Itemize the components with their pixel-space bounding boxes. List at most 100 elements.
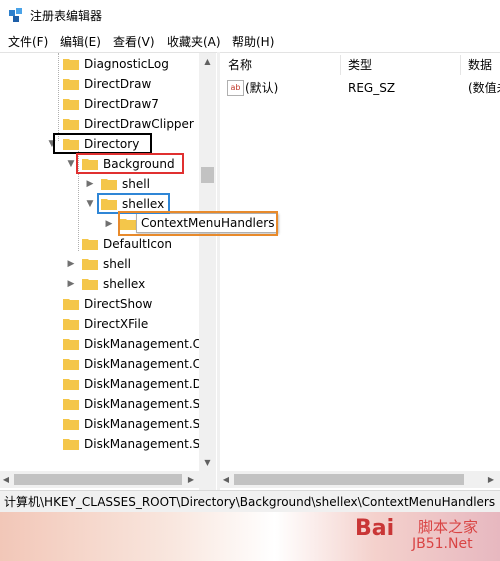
tree-item[interactable]: DiskManagement.C — [0, 334, 202, 354]
folder-icon — [82, 279, 98, 290]
chevron-right-icon[interactable]: ▶ — [66, 274, 76, 294]
tree-item-label: DiskManagement.C — [84, 357, 202, 371]
values-horizontal-scrollbar[interactable]: ◀ ▶ — [220, 471, 500, 488]
tree-item[interactable]: ▼ Background — [0, 154, 199, 174]
tree-item[interactable]: DirectXFile — [0, 314, 199, 334]
tree-item[interactable]: ▶ shell — [0, 254, 199, 274]
tree-item-label: DefaultIcon — [103, 237, 172, 251]
menu-file[interactable]: 文件(F) — [8, 33, 48, 50]
tree-item-label: Background — [103, 157, 175, 171]
folder-icon — [63, 79, 79, 90]
tree-item[interactable]: DiskManagement.C — [0, 354, 202, 374]
tree-item-tooltip: ContextMenuHandlers — [136, 213, 278, 233]
tree-item[interactable]: DiskManagement.S — [0, 394, 201, 414]
string-value-icon: ab — [227, 80, 244, 96]
folder-icon — [101, 199, 117, 210]
tree-item[interactable]: DiskManagement.S — [0, 434, 201, 454]
chevron-right-icon[interactable]: ▶ — [104, 214, 114, 234]
tree-item-label: DiskManagement.S — [84, 397, 201, 411]
folder-icon — [63, 299, 79, 310]
column-data-header[interactable]: 数据 — [468, 55, 492, 75]
status-bar: 计算机\HKEY_CLASSES_ROOT\Directory\Backgrou… — [0, 490, 500, 513]
menu-edit[interactable]: 编辑(E) — [60, 33, 101, 50]
folder-icon — [63, 59, 79, 70]
tree-item-label: shellex — [122, 197, 165, 211]
menu-favorites[interactable]: 收藏夹(A) — [167, 33, 221, 50]
menu-help[interactable]: 帮助(H) — [232, 33, 274, 50]
tree-pane[interactable]: DiagnosticLog DirectDraw DirectDraw7 Direct… — [0, 52, 217, 491]
folder-icon — [63, 399, 79, 410]
scroll-left-icon[interactable]: ◀ — [220, 471, 232, 488]
scroll-right-icon[interactable]: ▶ — [484, 471, 498, 488]
folder-icon — [101, 179, 117, 190]
tree-item-label: DirectDraw7 — [84, 97, 159, 111]
tree-item[interactable]: DiskManagement.D — [0, 374, 202, 394]
column-divider[interactable] — [460, 55, 461, 75]
tree-item-label: Directory — [84, 137, 140, 151]
title-bar: 注册表编辑器 — [0, 0, 500, 30]
tree-item-label: DiagnosticLog — [84, 57, 169, 71]
values-pane[interactable]: 名称 类型 数据 ab (默认) REG_SZ (数值未 ◀ ▶ — [220, 52, 500, 491]
tree-item-label: DiskManagement.D — [84, 377, 202, 391]
tree-item[interactable]: DirectShow — [0, 294, 199, 314]
tree-item-label: DiskManagement.S — [84, 437, 201, 451]
tree-item[interactable]: DiskManagement.S — [0, 414, 201, 434]
tree-item[interactable]: ▼ Directory — [0, 134, 199, 154]
tree-item-label: DirectDrawClipper — [84, 117, 194, 131]
tree-item[interactable]: DirectDraw7 — [0, 94, 199, 114]
folder-icon — [63, 439, 79, 450]
watermark-brand: Bai — [355, 516, 395, 541]
value-name[interactable]: (默认) — [245, 79, 278, 97]
chevron-down-icon[interactable]: ▼ — [47, 134, 57, 154]
tree-item-label: DirectDraw — [84, 77, 152, 91]
menu-bar: 文件(F) 编辑(E) 查看(V) 收藏夹(A) 帮助(H) — [0, 30, 500, 52]
folder-icon — [63, 339, 79, 350]
scroll-left-icon[interactable]: ◀ — [0, 471, 12, 488]
value-type: REG_SZ — [348, 81, 396, 95]
tree-item-label: shellex — [103, 277, 146, 291]
folder-icon — [63, 359, 79, 370]
tree-item[interactable]: DiagnosticLog — [0, 54, 199, 74]
watermark-subtitle: 脚本之家 — [418, 518, 479, 536]
tree-item[interactable]: ▶ shell — [0, 174, 199, 194]
tree-item-label: DiskManagement.S — [84, 417, 201, 431]
folder-icon — [63, 139, 79, 150]
folder-icon — [63, 319, 79, 330]
tree-item-label: DiskManagement.C — [84, 337, 202, 351]
tree-item[interactable]: DefaultIcon — [0, 234, 199, 254]
folder-icon — [82, 259, 98, 270]
scroll-up-icon[interactable]: ▲ — [199, 53, 216, 70]
tree-item-label: shell — [103, 257, 131, 271]
chevron-down-icon[interactable]: ▼ — [66, 154, 76, 174]
tree-item[interactable]: DirectDrawClipper — [0, 114, 199, 134]
menu-view[interactable]: 查看(V) — [113, 33, 155, 50]
tree-item[interactable]: DirectDraw — [0, 74, 199, 94]
tree-horizontal-scrollbar[interactable]: ◀ ▶ — [0, 471, 199, 488]
status-path: 计算机\HKEY_CLASSES_ROOT\Directory\Backgrou… — [4, 495, 496, 509]
column-type-header[interactable]: 类型 — [348, 55, 372, 75]
scroll-thumb[interactable] — [234, 474, 464, 485]
folder-icon — [63, 119, 79, 130]
watermark-site: JB51.Net — [412, 536, 473, 552]
folder-icon — [63, 379, 79, 390]
regedit-icon — [9, 8, 22, 22]
scroll-right-icon[interactable]: ▶ — [185, 471, 197, 488]
chevron-down-icon[interactable]: ▼ — [85, 194, 95, 214]
column-divider[interactable] — [340, 55, 341, 75]
chevron-right-icon[interactable]: ▶ — [85, 174, 95, 194]
tree-item[interactable]: ▶ shellex — [0, 274, 199, 294]
tree-vertical-scrollbar[interactable]: ▲ ▼ — [199, 53, 216, 491]
scroll-thumb[interactable] — [14, 474, 182, 485]
window-title: 注册表编辑器 — [30, 9, 103, 23]
column-name-header[interactable]: 名称 — [228, 55, 252, 75]
scroll-thumb[interactable] — [201, 167, 214, 183]
folder-icon — [120, 219, 136, 230]
value-data: (数值未 — [468, 81, 500, 95]
tree-item-label: DirectXFile — [84, 317, 149, 331]
tree-item-label: DirectShow — [84, 297, 153, 311]
tree-item-label: shell — [122, 177, 150, 191]
scroll-down-icon[interactable]: ▼ — [199, 454, 216, 471]
folder-icon — [82, 159, 98, 170]
chevron-right-icon[interactable]: ▶ — [66, 254, 76, 274]
tree-item[interactable]: ▼ shellex — [0, 194, 199, 214]
